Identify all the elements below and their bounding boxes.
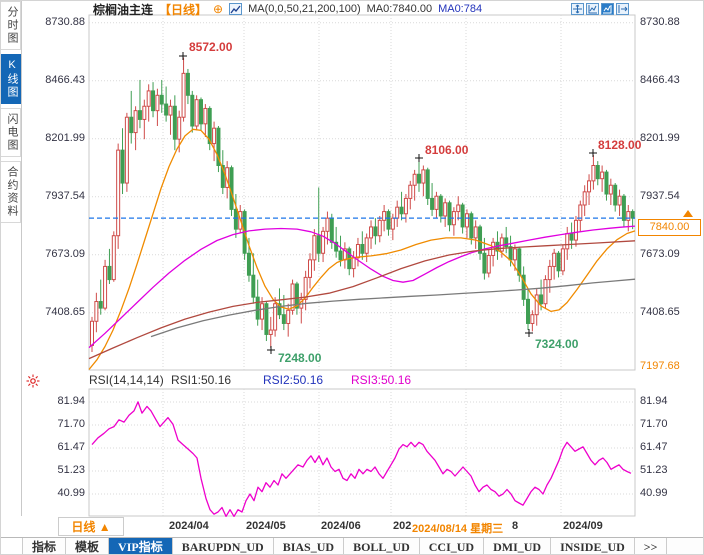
chart-header: 棕榈油主连 【日线】 ⊕ MA(0,0,50,21,200,100) MA0:7… [93, 1, 483, 18]
left-sidebar: 分时图 K线图 闪电图 合约资料 [1, 1, 22, 516]
price-axis-label-right: 8466.43 [640, 74, 680, 86]
tabbar-corner-cell [1, 538, 23, 554]
date-label-partial: 8 [512, 520, 519, 532]
symbol-name[interactable]: 棕榈油主连 [93, 1, 153, 18]
tab-indicators[interactable]: 指标 [23, 538, 67, 554]
date-label: 2024/06 [321, 520, 361, 532]
price-axis-min-label: 7197.68 [640, 360, 680, 372]
tab-more[interactable]: >> [635, 538, 668, 554]
rsi3-value: RSI3:50.16 [351, 373, 412, 387]
ma-value-1: MA0:7840.00 [366, 3, 433, 15]
price-axis-label-left: 7408.65 [45, 306, 85, 318]
rsi2-value: RSI2:50.16 [263, 373, 324, 387]
tab-bias-ud[interactable]: BIAS_UD [274, 538, 345, 554]
period-selector[interactable]: 日线 ▲ [58, 517, 124, 536]
ma-value-2: MA0:784 [438, 3, 483, 15]
price-annotation: 8572.00 [189, 40, 233, 54]
price-axis-label-left: 7673.09 [45, 248, 85, 260]
price-annotation: 7324.00 [535, 337, 579, 351]
period-label[interactable]: 【日线】 [159, 1, 207, 18]
price-axis-label-right: 8201.99 [640, 132, 680, 144]
tab-vip-indicators[interactable]: VIP指标 [109, 538, 173, 554]
rsi-axis-label-left: 81.94 [57, 395, 85, 407]
move-tool-icon[interactable] [571, 3, 584, 15]
rsi-axis-label-right: 40.99 [640, 487, 668, 499]
tab-boll-ud[interactable]: BOLL_UD [344, 538, 420, 554]
chart-type-icon[interactable] [229, 3, 243, 15]
price-annotation: 8106.00 [425, 143, 469, 157]
sidebar-item-kline-chart[interactable]: K线图 [1, 54, 21, 104]
tab-cci-ud[interactable]: CCI_UD [420, 538, 485, 554]
price-annotation: 8128.00 [598, 138, 642, 152]
rsi-axis-label-right: 81.94 [640, 395, 668, 407]
date-axis-row: 日线 ▲ 2024/04 2024/05 2024/06 202 2024/08… [1, 517, 703, 537]
date-label: 2024/09 [563, 520, 603, 532]
trading-app-window: 8572.00 8106.00 8128.00 7248.00 7324.00 分时图 … [0, 0, 704, 555]
rsi-axis-label-left: 40.99 [57, 487, 85, 499]
rsi-axis-label-left: 61.47 [57, 441, 85, 453]
price-up-arrow-icon [683, 210, 693, 217]
current-price-box: 7840.00 [638, 219, 701, 236]
price-axis-label-right: 7937.54 [640, 190, 680, 202]
rsi-header: RSI(14,14,14) RSI1:50.16 RSI2:50.16 RSI3… [1, 373, 703, 388]
price-axis-label-left: 7937.54 [45, 190, 85, 202]
date-label: 2024/04 [169, 520, 209, 532]
rsi-axis-label-left: 71.70 [57, 418, 85, 430]
add-indicator-icon[interactable]: ⊕ [213, 2, 223, 16]
sidebar-item-contract-info[interactable]: 合约资料 [1, 161, 21, 223]
rsi-axis-label-right: 61.47 [640, 441, 668, 453]
price-axis-label-right: 7673.09 [640, 248, 680, 260]
price-axis-label-left: 8466.43 [45, 74, 85, 86]
tab-inside-ud[interactable]: INSIDE_UD [551, 538, 635, 554]
price-axis-label-right: 8730.88 [640, 16, 680, 28]
price-axis-label-right: 7408.65 [640, 306, 680, 318]
axis-left-chart-icon[interactable] [586, 3, 599, 15]
rsi-axis-label-right: 51.23 [640, 464, 668, 476]
rsi1-value: RSI1:50.16 [171, 373, 232, 387]
price-and-rsi-chart-canvas[interactable]: 8572.00 8106.00 8128.00 7248.00 7324.00 [1, 1, 704, 555]
collapse-panel-icon[interactable] [616, 3, 629, 15]
date-label: 2024/05 [246, 520, 286, 532]
chart-toolbar [571, 3, 629, 15]
ma-params-label: MA(0,0,50,21,200,100) [248, 3, 361, 15]
tab-barupdn-ud[interactable]: BARUPDN_UD [173, 538, 274, 554]
rsi-axis-label-right: 71.70 [640, 418, 668, 430]
rsi-axis-label-left: 51.23 [57, 464, 85, 476]
indicator-settings-icon[interactable] [26, 374, 40, 388]
date-label-partial: 202 [393, 520, 412, 532]
tab-dmi-ud[interactable]: DMI_UD [484, 538, 552, 554]
price-axis-label-left: 8201.99 [45, 132, 85, 144]
sidebar-item-lightning-chart[interactable]: 闪电图 [1, 108, 21, 157]
sidebar-item-time-chart[interactable]: 分时图 [1, 1, 21, 50]
axis-right-chart-icon[interactable] [601, 3, 614, 15]
tab-templates[interactable]: 模板 [66, 538, 110, 554]
indicator-tab-bar: 指标 模板 VIP指标 BARUPDN_UD BIAS_UD BOLL_UD C… [1, 537, 703, 554]
rsi-formula-label: RSI(14,14,14) [89, 373, 164, 387]
price-annotation: 7248.00 [278, 351, 322, 365]
crosshair-date-tooltip: 2024/08/14 星期三 [411, 520, 505, 536]
price-axis-label-left: 8730.88 [45, 16, 85, 28]
